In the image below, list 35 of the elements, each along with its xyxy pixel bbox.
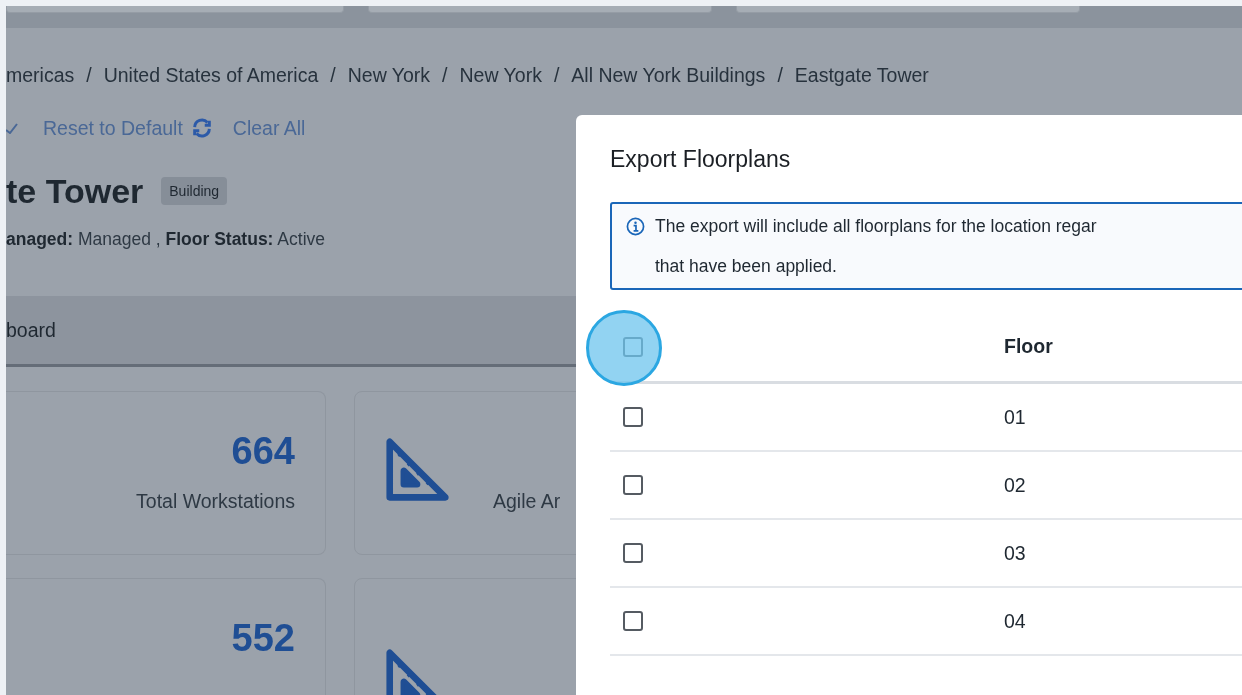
building-title: te Tower	[6, 171, 144, 211]
dialog-title: Export Floorplans	[610, 146, 792, 174]
top-field[interactable]	[368, 6, 712, 13]
breadcrumb-separator: /	[442, 63, 448, 87]
top-field[interactable]	[6, 6, 344, 13]
row-checkbox[interactable]	[623, 543, 643, 563]
stat-value: 664	[231, 429, 295, 474]
column-header[interactable]: Floor	[1004, 335, 1053, 358]
breadcrumb-separator: /	[86, 63, 92, 87]
breadcrumb-link[interactable]: Eastgate Tower	[794, 63, 929, 87]
tab[interactable]: board	[6, 318, 56, 342]
breadcrumb-separator: /	[330, 63, 336, 87]
breadcrumb-separator: /	[553, 63, 560, 87]
breadcrumb-separator: /	[777, 63, 783, 87]
table-cell: 04	[1004, 609, 1026, 633]
stat-label: Total Workstations	[136, 490, 295, 513]
stat-label: Agile Ar	[493, 490, 561, 513]
table-cell: 01	[1004, 405, 1026, 429]
type-badge: Building	[161, 177, 228, 205]
breadcrumb-link[interactable]: All New York Buildings	[571, 63, 766, 87]
top-field[interactable]	[736, 6, 1080, 13]
row-checkbox[interactable]	[623, 407, 643, 427]
stat-value: 552	[231, 616, 295, 661]
breadcrumb-link[interactable]: New York	[459, 63, 542, 87]
breadcrumb-link[interactable]: mericas	[6, 63, 75, 87]
breadcrumb-link[interactable]: New York	[347, 63, 431, 87]
table-cell: 02	[1004, 473, 1026, 497]
refresh-icon[interactable]	[190, 117, 213, 139]
breadcrumb-link[interactable]: United States of America	[103, 63, 319, 87]
info-text: The export will include all floorplans for the location regar that have been applied.	[655, 215, 1097, 278]
checkmark-icon	[6, 122, 18, 134]
table-cell: 03	[1004, 541, 1026, 565]
row-checkbox[interactable]	[623, 611, 643, 631]
info-icon	[626, 217, 645, 236]
row-checkbox[interactable]	[623, 475, 643, 495]
